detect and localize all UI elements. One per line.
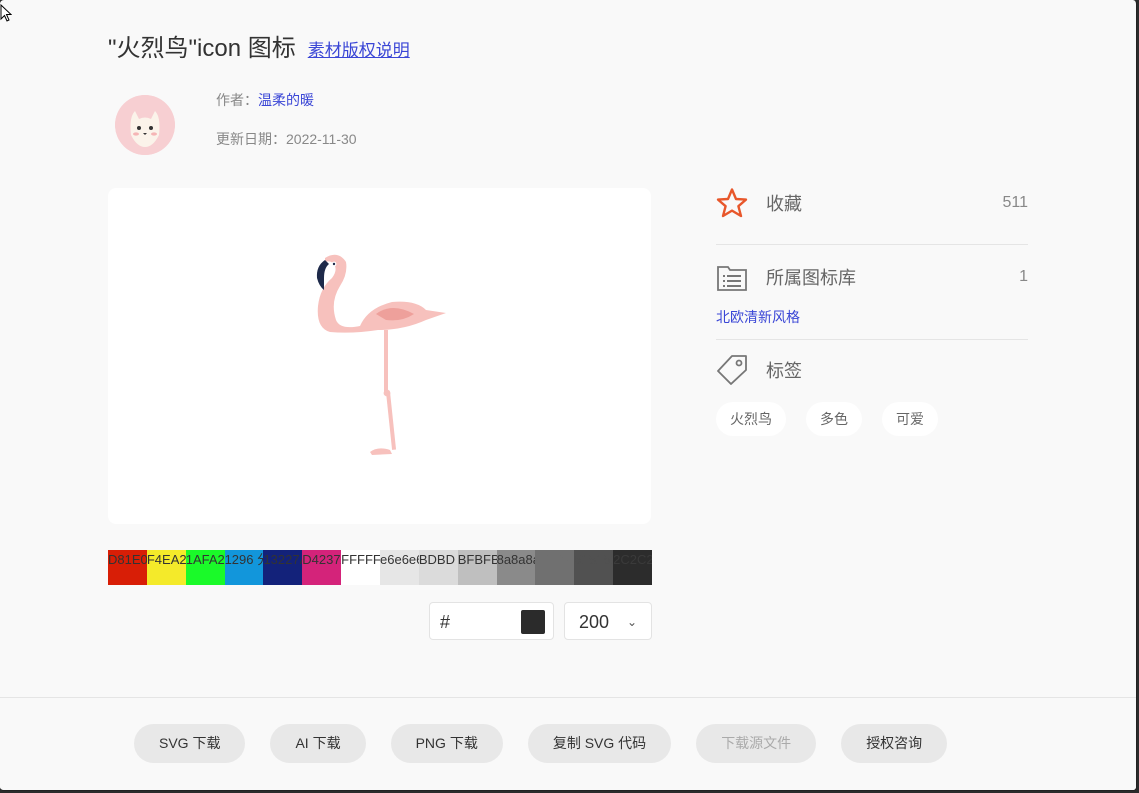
size-select[interactable]: 200 ⌄ xyxy=(564,602,652,640)
library-row: 所属图标库 1 xyxy=(716,257,1028,297)
tag-icon xyxy=(717,355,747,385)
color-swatch[interactable]: F4EA2A xyxy=(146,550,186,585)
title-row: "火烈鸟"icon 图标 素材版权说明 xyxy=(108,28,410,63)
color-swatch[interactable]: 707070 xyxy=(535,550,575,585)
icon-detail-dialog: "火烈鸟"icon 图标 素材版权说明 作者：温柔的暖 更新日期：2022-11… xyxy=(0,0,1137,791)
footer-button: 下载源文件 xyxy=(696,724,817,763)
avatar[interactable] xyxy=(115,95,175,155)
color-swatch[interactable]: D81E06 xyxy=(108,550,147,585)
color-swatch[interactable]: 8a8a8a xyxy=(496,550,536,585)
color-palette: D81E06F4EA2A1AFA291296 分贝13227AD4237AFFF… xyxy=(108,550,653,585)
star-icon[interactable] xyxy=(716,187,748,219)
footer-button[interactable]: 复制 SVG 代码 xyxy=(527,724,672,763)
tags-label: 标签 xyxy=(766,361,802,381)
tag-chip[interactable]: 多色 xyxy=(806,402,862,436)
library-label: 所属图标库 xyxy=(766,268,856,288)
library-link[interactable]: 北欧清新风格 xyxy=(716,307,1028,327)
sidebar: 收藏 511 所属图标库 1 北欧清新风格 标签 火烈鸟 多色 可爱 xyxy=(716,183,1028,436)
folder-list-icon xyxy=(717,266,747,291)
color-picker-chip[interactable] xyxy=(521,610,545,634)
mouse-cursor-icon xyxy=(0,4,12,22)
download-button-row: SVG 下载 AI 下载 PNG 下载 复制 SVG 代码 下载源文件 授权咨询 xyxy=(134,724,948,763)
icon-preview xyxy=(108,188,651,524)
color-swatch[interactable]: 13227A xyxy=(263,550,303,585)
flamingo-icon xyxy=(316,254,446,455)
favorite-row[interactable]: 收藏 511 xyxy=(716,183,1028,223)
color-swatch[interactable]: 2C2C2C xyxy=(613,550,653,585)
cat-avatar-icon xyxy=(115,95,175,155)
hex-color-input[interactable]: # xyxy=(429,602,554,640)
footer-button[interactable]: AI 下载 xyxy=(270,724,366,763)
copyright-notice-link[interactable]: 素材版权说明 xyxy=(308,36,410,61)
favorite-label: 收藏 xyxy=(766,194,802,214)
author-row: 作者：温柔的暖 xyxy=(216,90,357,110)
author-label: 作者： xyxy=(216,92,258,108)
update-date-label: 更新日期： xyxy=(216,131,286,147)
divider xyxy=(716,339,1028,340)
color-swatch[interactable]: FFFFFF xyxy=(341,550,381,585)
update-date-value: 2022-11-30 xyxy=(286,131,357,147)
footer-button[interactable]: PNG 下载 xyxy=(390,724,503,763)
color-swatch[interactable]: 1AFA29 xyxy=(185,550,225,585)
color-swatch[interactable]: 515151 xyxy=(574,550,614,585)
page-title: "火烈鸟"icon 图标 xyxy=(108,35,296,62)
update-date-row: 更新日期：2022-11-30 xyxy=(216,129,357,149)
footer-button[interactable]: 授权咨询 xyxy=(841,724,948,763)
footer-button[interactable]: SVG 下载 xyxy=(134,724,246,763)
color-size-controls: # 200 ⌄ xyxy=(429,602,652,640)
icon-meta: 作者：温柔的暖 更新日期：2022-11-30 xyxy=(216,90,357,149)
chevron-down-icon: ⌄ xyxy=(626,615,637,629)
library-count: 1 xyxy=(1019,268,1028,285)
footer-actions: SVG 下载 AI 下载 PNG 下载 复制 SVG 代码 下载源文件 授权咨询 xyxy=(0,697,1136,790)
tag-list: 火烈鸟 多色 可爱 xyxy=(716,402,1028,436)
hex-prefix: # xyxy=(440,612,451,632)
color-swatch[interactable]: D4237A xyxy=(302,550,342,585)
tag-chip[interactable]: 可爱 xyxy=(882,402,938,436)
favorite-count: 511 xyxy=(1002,194,1028,211)
divider xyxy=(716,244,1028,245)
color-swatch[interactable]: BFBFBF xyxy=(457,550,497,585)
color-swatch[interactable]: 1296 分贝 xyxy=(224,550,264,585)
color-swatch[interactable]: e6e6e6 xyxy=(380,550,419,585)
author-link[interactable]: 温柔的暖 xyxy=(258,92,314,108)
tag-chip[interactable]: 火烈鸟 xyxy=(716,402,786,436)
size-value: 200 xyxy=(579,612,610,632)
color-swatch[interactable]: BDBD 家族病预 xyxy=(418,550,458,585)
tags-row: 标签 xyxy=(716,350,1028,390)
